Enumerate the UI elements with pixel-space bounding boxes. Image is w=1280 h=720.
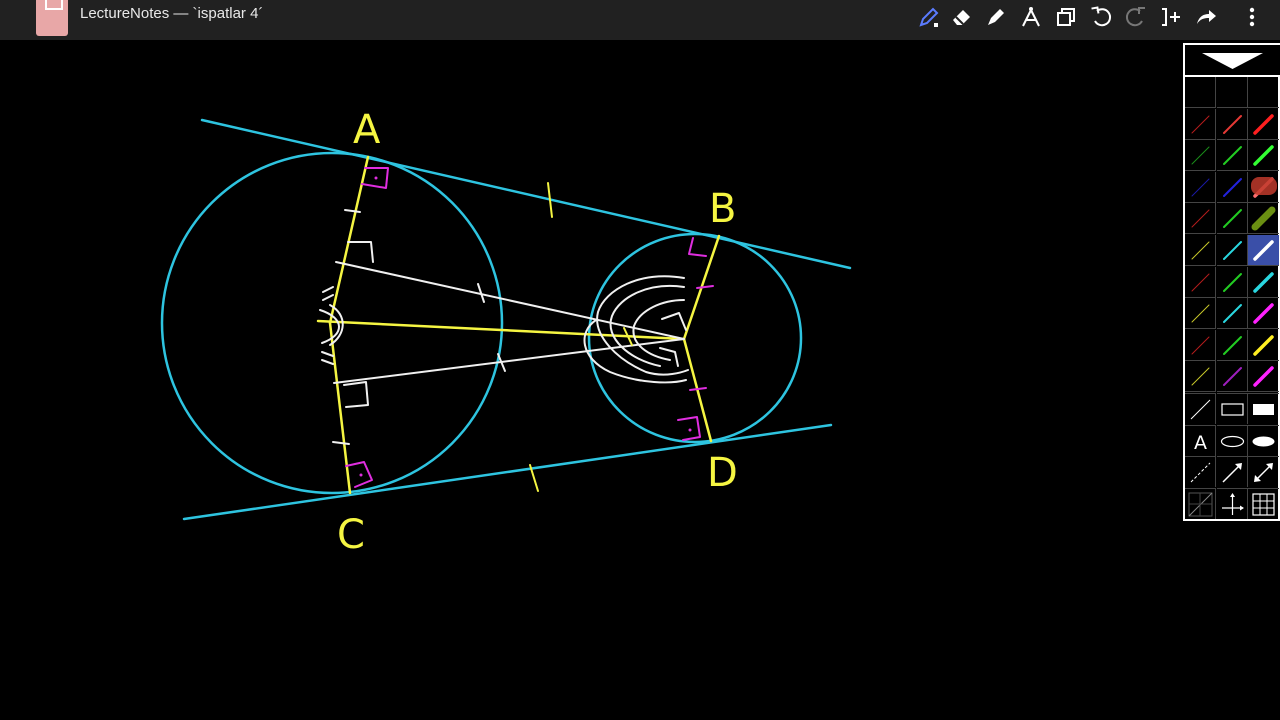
label-c: C bbox=[337, 512, 365, 558]
rectangle-tool-icon[interactable] bbox=[1216, 393, 1248, 424]
copy-icon[interactable] bbox=[1051, 2, 1081, 32]
tangent-tick-marks bbox=[529, 182, 633, 492]
pen-swatch[interactable] bbox=[1216, 171, 1248, 203]
pen-swatch[interactable] bbox=[1185, 171, 1216, 203]
line-tool-icon[interactable] bbox=[1185, 393, 1216, 424]
pen-swatch[interactable] bbox=[1216, 298, 1248, 330]
dashed-line-tool-icon[interactable] bbox=[1185, 456, 1216, 488]
radius-c bbox=[328, 321, 352, 495]
insert-page-icon[interactable] bbox=[1156, 2, 1186, 32]
pen-swatch[interactable] bbox=[1248, 172, 1280, 203]
redo-icon[interactable] bbox=[1121, 2, 1151, 32]
collapse-triangle-icon bbox=[1202, 53, 1263, 69]
pen-icon[interactable] bbox=[914, 2, 944, 32]
palette-header[interactable] bbox=[1185, 45, 1280, 77]
label-a: A bbox=[353, 107, 381, 153]
pen-swatch[interactable] bbox=[1248, 203, 1280, 235]
compass-icon[interactable] bbox=[1016, 2, 1046, 32]
undo-icon[interactable] bbox=[1086, 2, 1116, 32]
arrow-tool-icon[interactable] bbox=[1216, 456, 1248, 488]
pen-swatch[interactable] bbox=[1248, 235, 1280, 266]
tool-palette: A bbox=[1183, 43, 1280, 521]
pen-swatch[interactable] bbox=[1185, 235, 1216, 266]
label-d: D bbox=[707, 450, 738, 496]
eraser-icon[interactable] bbox=[947, 2, 977, 32]
pen-swatch[interactable] bbox=[1216, 329, 1248, 361]
pen-swatch[interactable] bbox=[1185, 329, 1216, 361]
grid-diagonal-icon[interactable] bbox=[1185, 487, 1216, 519]
pen-swatch[interactable] bbox=[1185, 361, 1216, 393]
filled-rectangle-tool-icon[interactable] bbox=[1248, 393, 1280, 424]
pen-swatch[interactable] bbox=[1248, 330, 1280, 361]
double-arrow-tool-icon[interactable] bbox=[1248, 456, 1280, 487]
pen-swatch[interactable] bbox=[1185, 266, 1216, 298]
text-tool-icon[interactable]: A bbox=[1185, 424, 1216, 456]
upper-tangent-line bbox=[200, 118, 852, 270]
highlighter-icon[interactable] bbox=[981, 2, 1011, 32]
window-title: LectureNotes — `ispatlar 4´ bbox=[80, 5, 264, 22]
pen-swatch[interactable] bbox=[1185, 298, 1216, 330]
radius-a bbox=[328, 155, 370, 325]
label-b: B bbox=[709, 186, 736, 232]
filled-ellipse-tool-icon[interactable] bbox=[1248, 424, 1280, 456]
grid-icon[interactable] bbox=[1248, 487, 1280, 519]
empty-slot[interactable] bbox=[1248, 77, 1280, 108]
upper-chalk-line bbox=[335, 261, 685, 340]
pen-swatch[interactable] bbox=[1216, 203, 1248, 235]
notebook-icon[interactable] bbox=[36, 0, 68, 36]
pen-swatch[interactable] bbox=[1248, 109, 1280, 140]
pen-swatch[interactable] bbox=[1248, 298, 1280, 330]
ellipse-tool-icon[interactable] bbox=[1216, 424, 1248, 456]
share-icon[interactable] bbox=[1191, 2, 1221, 32]
pen-swatch[interactable] bbox=[1216, 361, 1248, 393]
empty-slot[interactable] bbox=[1216, 77, 1248, 108]
pen-swatch[interactable] bbox=[1185, 108, 1216, 140]
pen-swatch[interactable] bbox=[1248, 140, 1280, 172]
pen-swatch[interactable] bbox=[1248, 267, 1280, 298]
right-angle-marks bbox=[345, 167, 707, 488]
pen-swatch[interactable] bbox=[1185, 203, 1216, 235]
more-vertical-icon[interactable] bbox=[1237, 2, 1267, 32]
pen-swatch[interactable] bbox=[1248, 361, 1280, 393]
empty-slot[interactable] bbox=[1185, 77, 1216, 108]
svg-text:A: A bbox=[1194, 432, 1207, 454]
axes-icon[interactable] bbox=[1216, 487, 1248, 519]
pen-swatch[interactable] bbox=[1216, 235, 1248, 266]
pen-swatch[interactable] bbox=[1216, 266, 1248, 298]
small-circle bbox=[587, 232, 803, 444]
pen-swatch[interactable] bbox=[1185, 140, 1216, 172]
top-toolbar: LectureNotes — `ispatlar 4´ bbox=[0, 0, 1280, 40]
drawing-canvas[interactable]: A B C D bbox=[0, 40, 1280, 720]
pen-swatch[interactable] bbox=[1216, 140, 1248, 172]
pen-swatch[interactable] bbox=[1216, 108, 1248, 140]
